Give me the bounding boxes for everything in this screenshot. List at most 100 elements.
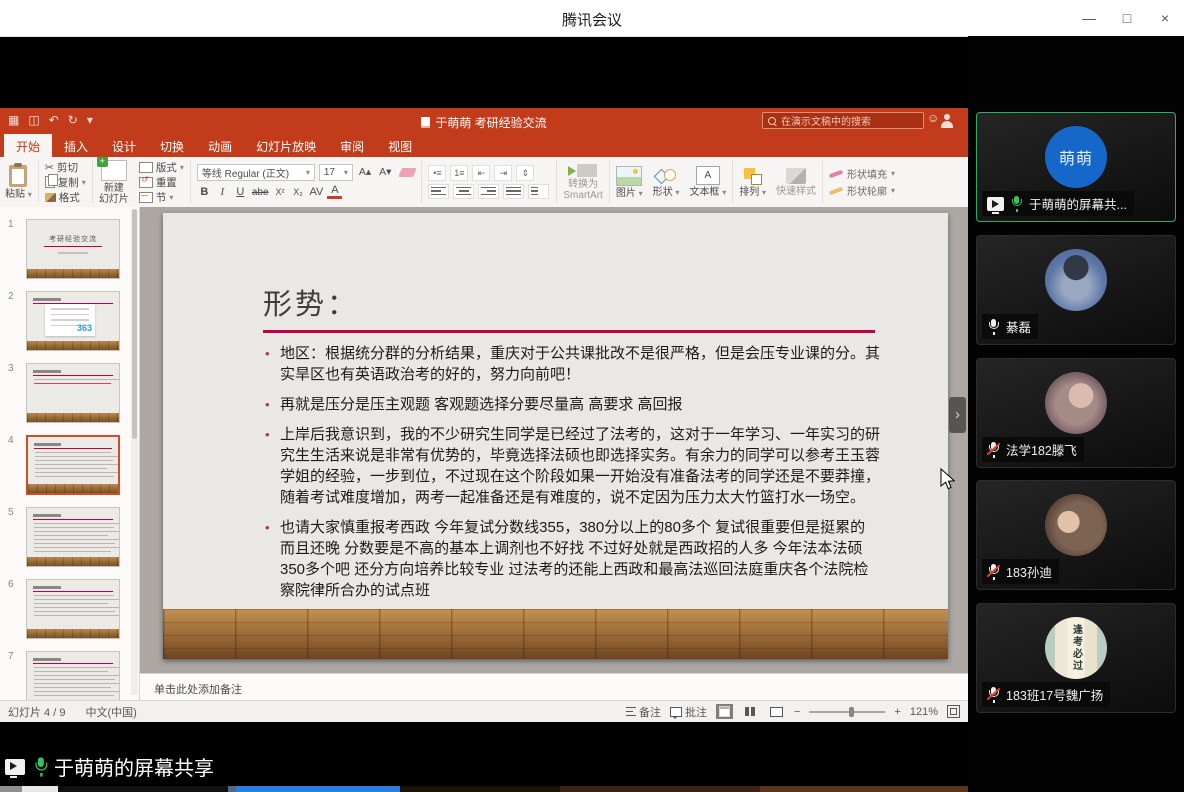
zoom-in-icon[interactable]: + [894,706,900,718]
columns-icon[interactable] [528,184,549,199]
font-effect-i-button[interactable]: I [215,186,230,198]
thumbnail-text-line [35,472,120,474]
font-effect-s-button[interactable]: abe [251,187,270,198]
participant-avatar [1045,249,1107,311]
slide-thumbnail-2[interactable]: 363 [26,291,120,351]
reset-button[interactable]: 重置 [139,175,177,189]
ppt-tab-4[interactable]: 切换 [148,134,196,157]
decrease-indent-icon[interactable]: ⇤ [472,165,490,181]
bullets-icon[interactable]: •≡ [428,165,446,181]
picture-button[interactable]: 图片 ▾ [611,157,648,207]
reset-icon [139,177,153,188]
ppt-tab-1[interactable]: 开始 [4,134,52,157]
ppt-tab-2[interactable]: 插入 [52,134,100,157]
zoom-slider[interactable] [809,711,885,713]
thumbnail-text-line [34,595,114,597]
slide-sorter-view-button[interactable] [742,704,759,719]
next-slide-chevron-icon[interactable]: › [949,397,966,433]
thumbnail-text-line [34,547,120,549]
participant-tile-4[interactable]: 183孙迪 [976,480,1176,590]
increase-indent-icon[interactable]: ⇥ [494,165,512,181]
align-left-icon[interactable] [428,184,449,199]
notes-toggle[interactable]: 备注 [626,704,661,720]
zoom-level[interactable]: 121% [910,706,938,718]
clear-formatting-icon[interactable] [399,168,418,177]
ppt-tab-8[interactable]: 视图 [376,134,424,157]
font-size-select[interactable]: 17▾ [319,164,353,181]
smartart-icon [577,164,597,177]
paste-button[interactable]: 粘贴 ▾ [0,157,37,207]
font-effect-b-button[interactable]: B [197,186,212,198]
slide-thumbnail-5[interactable] [26,507,120,567]
font-effect-u-button[interactable]: U [233,186,248,198]
cut-button[interactable]: ✂剪切 [45,160,78,174]
align-center-icon[interactable] [453,184,474,199]
slide-thumbnail-4[interactable] [26,435,120,495]
comments-toggle[interactable]: 批注 [670,704,707,720]
zoom-out-icon[interactable]: − [794,706,800,718]
justify-icon[interactable] [503,184,524,199]
slide-thumbnail-7[interactable] [26,651,120,700]
ppt-tab-5[interactable]: 动画 [196,134,244,157]
arrange-button[interactable]: 排列 ▾ [734,157,771,207]
thumbnail-text-line [34,543,115,545]
maximize-icon[interactable]: □ [1108,0,1146,36]
minimize-icon[interactable]: — [1070,0,1108,36]
slideshow-view-button[interactable] [768,704,785,719]
slide-thumbnail-1[interactable]: 考研经验交流 [26,219,120,279]
font-effect-color-button[interactable]: A [327,185,342,199]
quick-styles-button[interactable]: 快速样式 [771,157,821,207]
copy-button[interactable]: 复制 ▾ [45,175,86,189]
participant-tile-3[interactable]: 法学182滕飞 [976,358,1176,468]
slide-thumbnail-3[interactable] [26,363,120,423]
language-indicator[interactable]: 中文(中国) [85,704,136,720]
font-effect-sup-button[interactable]: X² [273,187,288,197]
thumbnail-scrollbar[interactable] [131,209,138,695]
thumbnail-rule [34,448,112,449]
shared-powerpoint-window: ▦ ◫ ↶ ↻ ▾ 于萌萌 考研经验交流 在演示文稿中的搜索 开始插入设计切换动… [0,108,968,722]
slide-title: 形势： [263,281,359,323]
convert-smartart-button[interactable]: 转换为SmartArt [558,157,607,207]
thumbnail-text-line [35,476,114,478]
thumbnail-text-line [34,379,120,381]
numbering-icon[interactable]: 1≡ [450,165,468,181]
search-input[interactable]: 在演示文稿中的搜索 [762,112,924,129]
close-icon[interactable]: × [1146,0,1184,36]
section-button[interactable]: 节 ▾ [139,190,174,204]
ppt-tab-7[interactable]: 审阅 [328,134,376,157]
notes-pane[interactable]: 单击此处添加备注 [140,673,968,700]
slide-thumbnail-6[interactable] [26,579,120,639]
participant-tile-5[interactable]: 逢考必过183班17号魏广扬 [976,603,1176,713]
feedback-smiley-icon[interactable]: ☺ [927,111,939,125]
current-slide[interactable]: 形势： 地区：根据统分群的分析结果，重庆对于公共课批改不是很严格，但是会压专业课… [163,213,948,659]
thumbnail-text-line [34,671,108,673]
normal-view-button[interactable] [716,704,733,719]
thumbnail-text-line [34,683,120,685]
format-painter-button[interactable]: 格式 [45,190,80,204]
fit-to-window-icon[interactable] [947,705,960,718]
participant-name: 于萌萌的屏幕共... [1029,194,1127,213]
participant-label: 綦磊 [982,314,1038,339]
thumbnail-number: 5 [8,507,14,518]
font-effect-sub-button[interactable]: X₂ [291,187,306,197]
new-slide-button[interactable]: 新建幻灯片 [94,157,134,207]
align-right-icon[interactable] [478,184,499,199]
decrease-font-icon[interactable]: A▾ [377,166,393,178]
shapes-button[interactable]: 形状 ▾ [648,157,685,207]
increase-font-icon[interactable]: A▴ [357,166,373,178]
shape-fill-button[interactable]: 形状填充 ▾ [829,166,895,182]
layout-button[interactable]: 版式 ▾ [139,160,184,174]
participant-tile-2[interactable]: 綦磊 [976,235,1176,345]
line-spacing-icon[interactable]: ⇕ [516,165,534,181]
microphone-icon [1010,196,1023,212]
font-name-select[interactable]: 等线 Regular (正文)▾ [197,164,315,181]
font-effect-av-button[interactable]: AV [309,186,325,198]
ppt-tab-6[interactable]: 幻灯片放映 [244,134,328,157]
shape-outline-button[interactable]: 形状轮廓 ▾ [829,183,895,199]
thumbnail-text-line [34,523,119,525]
ppt-tab-bar: 开始插入设计切换动画幻灯片放映审阅视图 [0,134,968,157]
ppt-tab-3[interactable]: 设计 [100,134,148,157]
participant-tile-1[interactable]: 萌萌于萌萌的屏幕共... [976,112,1176,222]
textbox-button[interactable]: A 文本框 ▾ [684,157,731,207]
participant-label: 法学182滕飞 [982,437,1084,462]
